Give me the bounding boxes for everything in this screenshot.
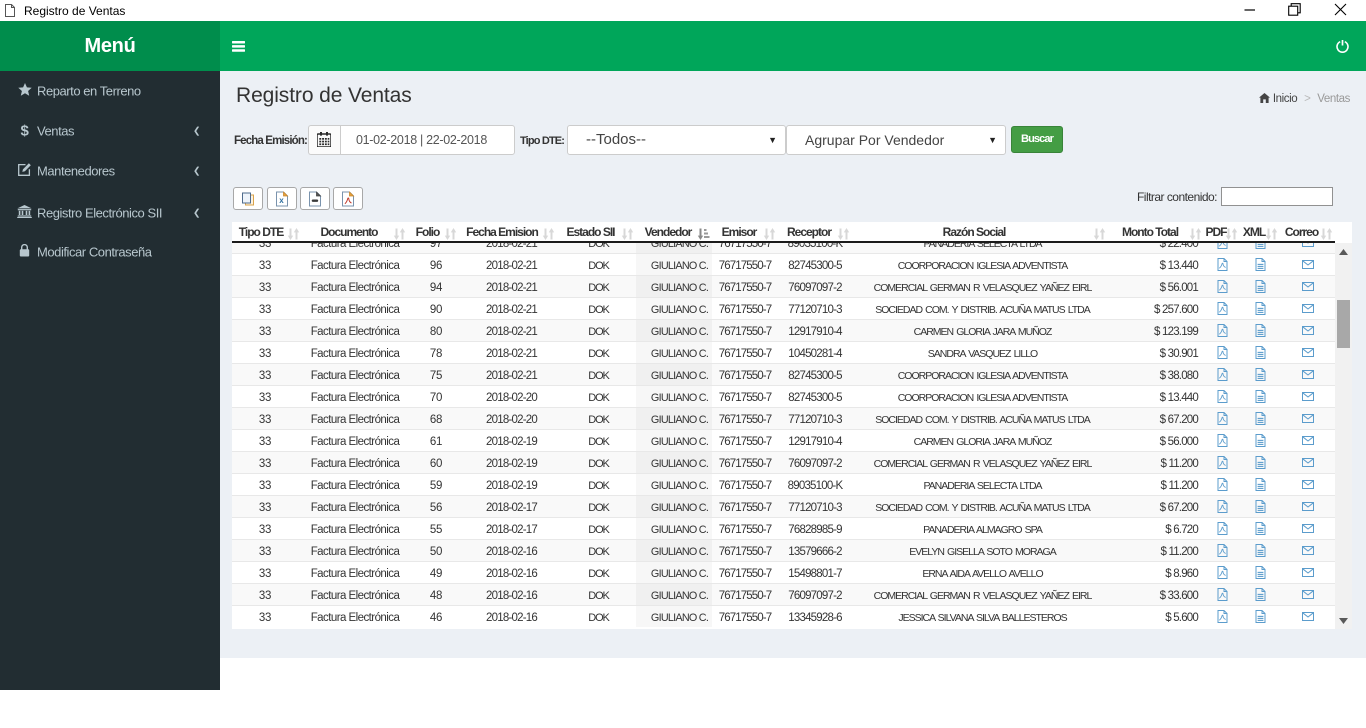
- svg-text:x: x: [279, 196, 284, 205]
